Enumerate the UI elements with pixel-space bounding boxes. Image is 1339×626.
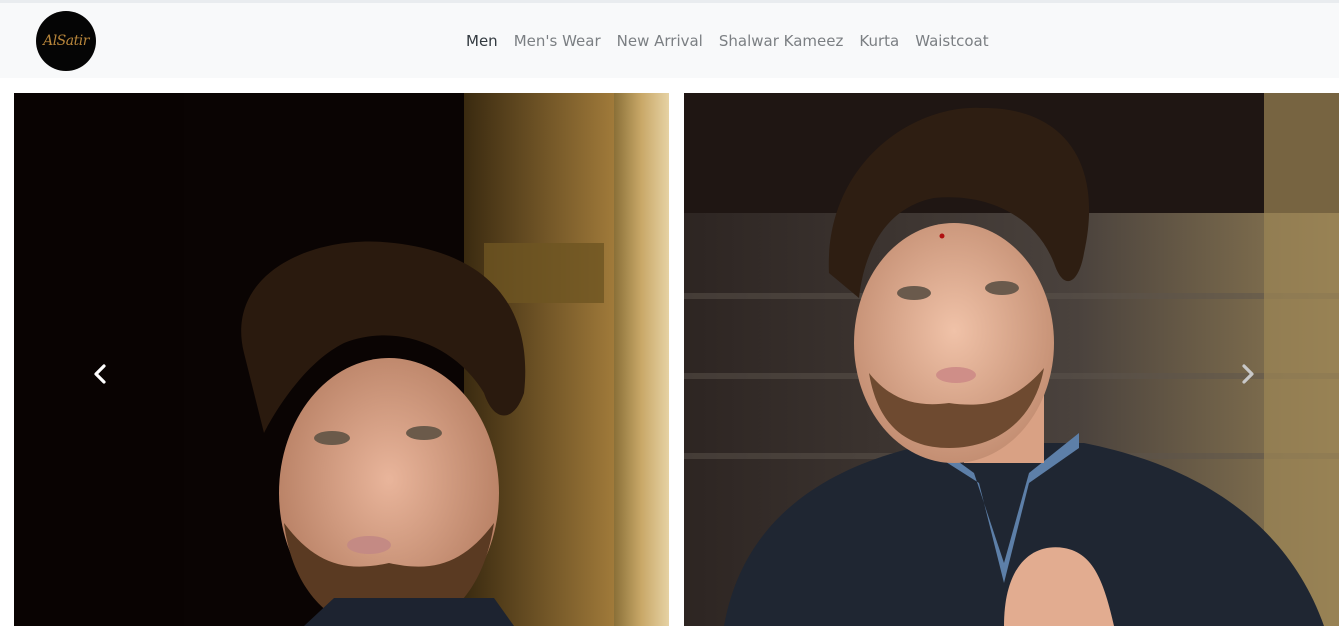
chevron-left-icon <box>94 364 106 384</box>
carousel-next-button[interactable] <box>1236 363 1258 385</box>
nav-item-waistcoat[interactable]: Waistcoat <box>915 32 988 50</box>
nav-item-kurta[interactable]: Kurta <box>859 32 899 50</box>
chevron-right-icon <box>1242 364 1254 384</box>
navbar: AlSatir Men Men's Wear New Arrival Shalw… <box>0 3 1339 78</box>
nav-item-new-arrival[interactable]: New Arrival <box>617 32 703 50</box>
carousel-prev-button[interactable] <box>90 363 112 385</box>
model-photo-1 <box>14 93 669 626</box>
carousel-slide-image-1 <box>14 93 669 626</box>
brand-logo[interactable]: AlSatir <box>36 11 96 71</box>
model-photo-2 <box>684 93 1339 626</box>
nav-item-men[interactable]: Men <box>466 32 498 50</box>
nav-item-shalwar-kameez[interactable]: Shalwar Kameez <box>719 32 844 50</box>
main-nav: Men Men's Wear New Arrival Shalwar Kamee… <box>466 3 1005 78</box>
brand-logo-text: AlSatir <box>43 33 89 49</box>
hero-carousel <box>0 78 1339 626</box>
nav-item-mens-wear[interactable]: Men's Wear <box>514 32 601 50</box>
carousel-slide-image-2 <box>684 93 1339 626</box>
